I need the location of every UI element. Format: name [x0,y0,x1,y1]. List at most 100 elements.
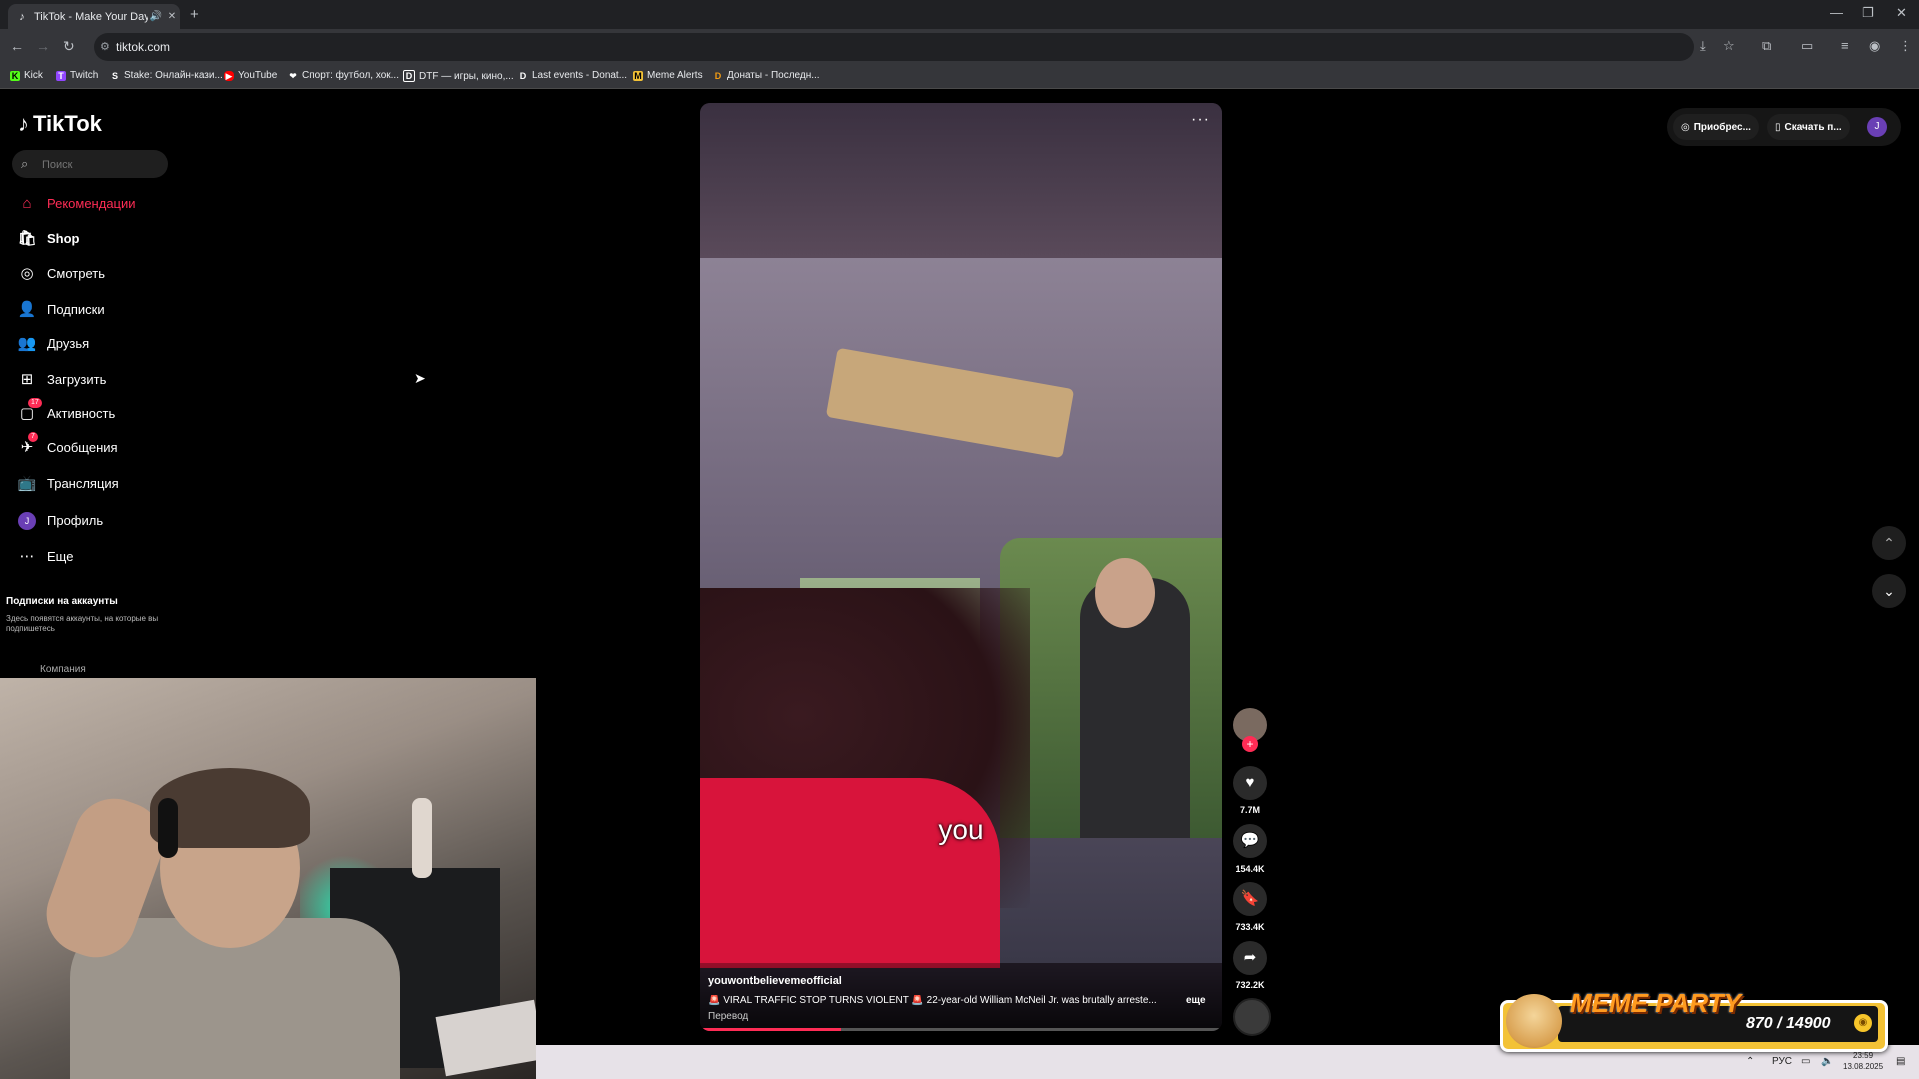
music-disc-icon[interactable] [1233,998,1271,1036]
nav-shop[interactable]: 🛍 Shop [16,225,79,251]
nav-activity[interactable]: ▢ 17 Активность [16,398,115,426]
heart-icon: ♥ [1245,774,1255,791]
forward-icon[interactable]: → [36,38,50,54]
doge-icon [1506,994,1562,1048]
nav-upload[interactable]: ⊞ Загрузить [16,366,107,392]
video-player[interactable]: ··· you youwontbelievemeofficial 🚨 VIRAL… [700,103,1222,1031]
friends-icon: 👥 [17,335,37,352]
video-info: youwontbelievemeofficial 🚨 VIRAL TRAFFIC… [700,963,1222,1031]
live-icon: 📺 [17,475,37,492]
chevron-up-icon: ⌃ [1883,535,1895,551]
coin-icon: ◎ [1681,121,1690,133]
chevron-down-icon: ⌄ [1883,583,1895,599]
url-text: tiktok.com [116,40,171,54]
bookmark-twitch[interactable]: T Twitch [56,70,98,81]
sport-icon: ❤ [289,70,297,81]
notification-icon[interactable]: ▤ [1896,1056,1905,1067]
next-video-button[interactable]: ⌄ [1872,574,1906,608]
address-bar[interactable]: ⚙ tiktok.com [94,33,1694,61]
site-info-icon[interactable]: ⚙ [100,40,110,53]
new-tab-button[interactable]: + [190,6,199,23]
split-view-icon[interactable]: ▭ [1801,38,1813,54]
dtf-icon: D [403,70,415,82]
bookmark-kick[interactable]: K Kick [10,70,43,81]
comment-button[interactable]: 💬 [1233,824,1267,858]
nav-following[interactable]: 👤 Подписки [16,296,105,322]
activity-icon: ▢ 17 [16,398,42,422]
nav-explore[interactable]: ◎ Смотреть [16,260,105,286]
video-caption: 🚨 VIRAL TRAFFIC STOP TURNS VIOLENT 🚨 22-… [708,995,1157,1006]
close-tab-icon[interactable]: ✕ [164,11,180,22]
phone-icon: ▯ [1775,121,1781,133]
menu-kebab-icon[interactable]: ⋮ [1899,38,1912,54]
speaker-icon[interactable]: 🔊 [148,11,164,22]
bookmarks-bar: K Kick T Twitch S Stake: Онлайн-кази... ▶ Yo… [0,65,1919,89]
account-icon[interactable]: ◉ [1869,38,1880,54]
search-box[interactable]: ⌕ [12,150,168,178]
bookmark-stake[interactable]: S Stake: Онлайн-кази... [110,70,223,81]
network-icon[interactable]: ▭ [1801,1056,1810,1067]
volume-icon[interactable]: 🔈 [1821,1056,1833,1067]
bookmark-youtube[interactable]: ▶ YouTube [224,70,277,81]
follow-plus-icon[interactable]: + [1242,736,1258,752]
caption-more-button[interactable]: еще [1186,995,1206,1006]
headset-icon [158,798,178,858]
twitch-icon: T [56,70,66,81]
extensions-icon[interactable]: ⧉ [1762,38,1771,54]
nav-friends[interactable]: 👥 Друзья [16,330,90,356]
reload-icon[interactable]: ↻ [63,38,75,55]
nav-messages[interactable]: ✈ 7 Сообщения [16,432,118,460]
save-count: 733.4K [1235,922,1265,932]
nav-recommended[interactable]: ⌂ Рекомендации [16,190,135,216]
download-app-button[interactable]: ▯ Скачать п... [1767,114,1850,140]
restore-icon[interactable]: ❐ [1862,5,1874,21]
get-coins-button[interactable]: ◎ Приобрес... [1673,114,1759,140]
bookmark-meme-alerts[interactable]: M Meme Alerts [633,70,703,81]
bookmark-star-icon[interactable]: ☆ [1723,38,1735,54]
video-subtitle: you [938,814,984,845]
meme-party-count: 870 / 14900 [1746,1015,1831,1032]
save-button[interactable]: 🔖 [1233,882,1267,916]
share-button[interactable]: ➦ [1233,941,1267,975]
comment-count: 154.4K [1235,864,1265,874]
nav-profile[interactable]: J Профиль [16,507,103,533]
browser-tab[interactable]: ♪ TikTok - Make Your Day 🔊 ✕ [8,4,180,29]
bookmark-sport[interactable]: ❤ Спорт: футбол, хок... [288,70,399,81]
translate-button[interactable]: Перевод [708,1011,748,1022]
minimize-icon[interactable]: — [1830,5,1843,20]
like-button[interactable]: ♥ [1233,766,1267,800]
like-count: 7.7M [1239,805,1260,815]
tiktok-logo[interactable]: ♪ TikTok [18,111,102,137]
messages-badge: 7 [28,432,38,442]
meme-alerts-icon: M [633,70,643,81]
bookmark-donat[interactable]: D Last events - Donat... [518,70,627,81]
user-avatar[interactable]: J [1867,117,1887,137]
video-author[interactable]: youwontbelievemeofficial [708,975,842,987]
install-app-icon[interactable]: ⤓ [1700,38,1706,54]
car-visor [825,347,1075,459]
following-accounts-subtext: Здесь появятся аккаунты, на которые вы п… [6,614,159,633]
company-link[interactable]: Компания [40,664,86,675]
search-input[interactable] [40,155,164,175]
nav-live[interactable]: 📺 Трансляция [16,470,119,496]
media-icon[interactable]: ≡ [1841,38,1849,53]
red-shirt [700,778,1000,968]
bookmark-icon: 🔖 [1240,890,1260,907]
language-indicator[interactable]: РУС [1772,1056,1792,1067]
close-window-icon[interactable]: ✕ [1896,5,1907,21]
nav-more[interactable]: ⋯ Еще [16,543,74,569]
bookmark-donate[interactable]: D Донаты - Последн... [713,70,820,81]
top-right-actions: ◎ Приобрес... ▯ Скачать п... [1667,108,1901,146]
back-icon[interactable]: ← [10,38,24,54]
kick-icon: K [10,70,20,81]
bookmark-dtf[interactable]: D DTF — игры, кино,... [403,70,514,82]
tray-expand-icon[interactable]: ⌃ [1746,1056,1754,1067]
previous-video-button[interactable]: ⌃ [1872,526,1906,560]
home-icon: ⌂ [22,194,32,212]
comment-icon: 💬 [1240,832,1260,849]
video-progress-bar[interactable] [700,1028,1222,1031]
stake-icon: S [111,70,118,81]
taskbar-clock[interactable]: 23:59 13.08.2025 [1843,1050,1883,1072]
browser-tab-bar: ♪ TikTok - Make Your Day 🔊 ✕ + — ❐ ✕ [0,0,1919,29]
video-more-options-icon[interactable]: ··· [1191,111,1210,129]
